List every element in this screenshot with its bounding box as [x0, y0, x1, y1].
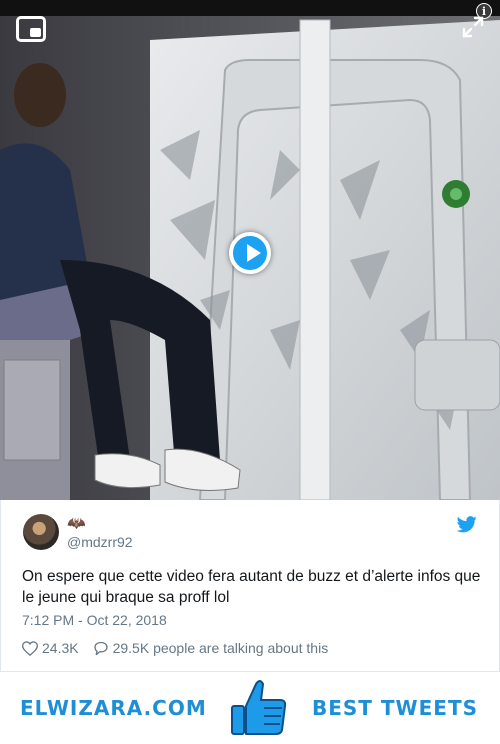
- reply-action[interactable]: 29.5K people are talking about this: [93, 640, 329, 656]
- display-name[interactable]: 🦇: [67, 514, 86, 532]
- user-handle[interactable]: @mdzrr92: [67, 534, 133, 550]
- like-count: 24.3K: [42, 640, 79, 656]
- reply-bubble-icon: [93, 641, 108, 655]
- conversation-count: 29.5K people are talking about this: [112, 640, 329, 656]
- play-button[interactable]: [229, 232, 271, 274]
- avatar[interactable]: [23, 514, 59, 550]
- expand-icon[interactable]: [460, 14, 486, 40]
- heart-icon: [22, 640, 38, 656]
- video-top-strip: [0, 0, 500, 16]
- video-player[interactable]: i: [0, 0, 500, 500]
- picture-in-picture-icon[interactable]: [16, 16, 46, 42]
- tweet-text: On espere que cette video fera autant de…: [22, 568, 481, 606]
- best-tweets-label: BEST TWEETS: [312, 696, 478, 720]
- thumbs-up-icon: [231, 680, 287, 735]
- like-action[interactable]: 24.3K: [22, 640, 79, 656]
- tweet-timestamp[interactable]: 7:12 PM - Oct 22, 2018: [22, 612, 167, 628]
- site-name[interactable]: ELWIZARA.COM: [20, 696, 207, 720]
- twitter-bird-icon[interactable]: [457, 516, 477, 533]
- tweet-actions: 24.3K 29.5K people are talking about thi…: [22, 640, 328, 656]
